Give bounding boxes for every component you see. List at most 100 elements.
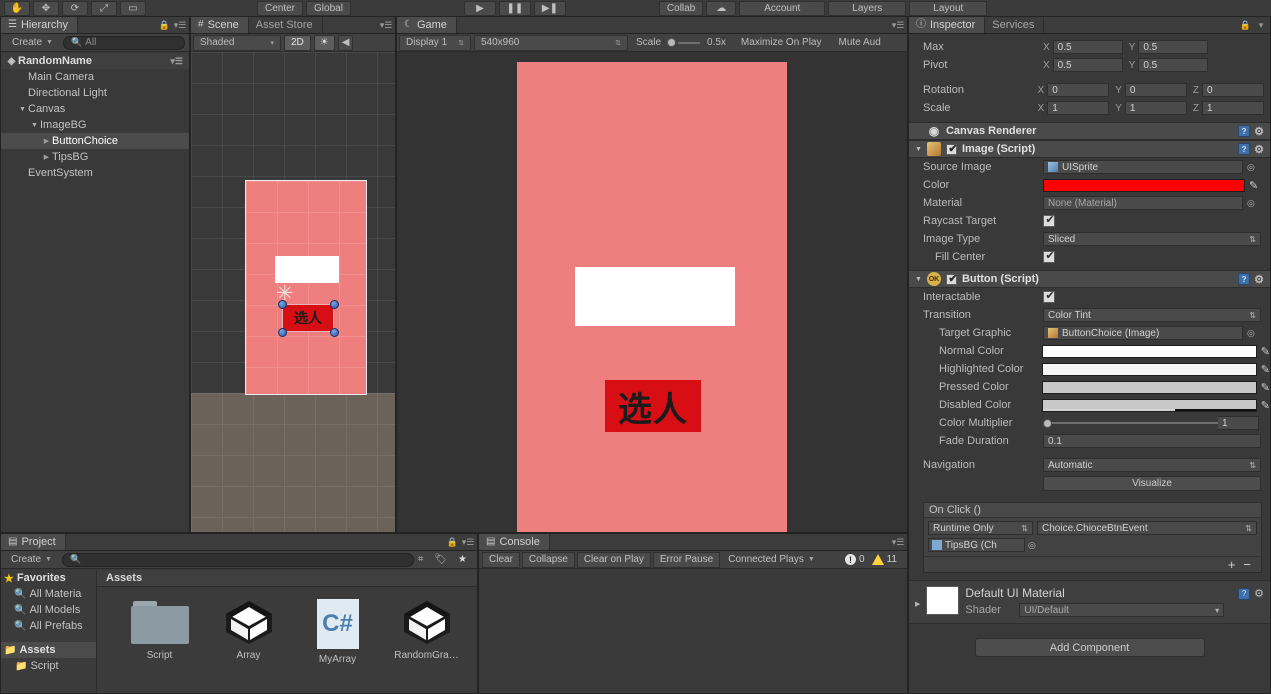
game-viewport[interactable]: 选人 (397, 52, 907, 532)
hierarchy-item-imagebg[interactable]: ▼ ImageBG (1, 117, 189, 133)
scale-y-field[interactable]: 1 (1124, 101, 1187, 115)
button-enabled-checkbox[interactable] (945, 272, 959, 285)
onclick-runtime-dropdown[interactable]: Runtime Only ⇅ (928, 521, 1033, 535)
project-search-input[interactable]: 🔍 (61, 552, 414, 567)
multiplier-slider-track[interactable] (1052, 422, 1218, 424)
game-menu-icon[interactable]: ▾☰ (889, 17, 907, 33)
lock-icon[interactable]: 🔒 (1239, 17, 1252, 33)
object-picker-icon[interactable]: ◎ (1247, 328, 1255, 339)
resize-handle-bl[interactable] (278, 328, 287, 337)
scene-tipsbg-rect[interactable] (275, 256, 339, 283)
eyedropper-icon[interactable]: ✎ (1261, 381, 1270, 394)
hand-tool-button[interactable]: ✋ (4, 1, 30, 16)
warning-badge[interactable]: 11 (871, 554, 897, 565)
favorite-all-prefabs[interactable]: 🔍 All Prefabs (1, 618, 96, 634)
fold-arrow-icon[interactable]: ▼ (915, 276, 922, 283)
fold-arrow-icon[interactable]: ▶ (915, 586, 920, 608)
resize-handle-tr[interactable] (330, 300, 339, 309)
layers-button[interactable]: Layers (828, 1, 907, 16)
hierarchy-item-main-camera[interactable]: Main Camera (1, 69, 189, 85)
filter-by-type-icon[interactable]: ⌗ (414, 552, 428, 568)
hierarchy-item-directional-light[interactable]: Directional Light (1, 85, 189, 101)
navigation-dropdown[interactable]: Automatic ⇅ (1043, 458, 1261, 472)
onclick-object-field[interactable]: TipsBG (Ch (928, 538, 1025, 552)
eyedropper-icon[interactable]: ✎ (1261, 345, 1270, 358)
asset-item[interactable]: C# MyArray (293, 599, 382, 665)
filter-by-label-icon[interactable]: 🏷 (430, 552, 451, 568)
rotation-z-field[interactable]: 0 (1202, 83, 1264, 97)
interactable-checkbox[interactable] (1043, 289, 1056, 303)
hierarchy-item-buttonchoice[interactable]: ▶ ButtonChoice (1, 133, 189, 149)
help-icon[interactable]: ? (1238, 143, 1251, 155)
add-event-button[interactable]: + (1228, 557, 1236, 572)
normal-color-swatch[interactable] (1042, 344, 1257, 358)
pause-button[interactable]: ❚❚ (498, 1, 531, 16)
shader-dropdown[interactable]: UI/Default ▾ (1019, 603, 1225, 617)
tab-asset-store[interactable]: Asset Store (248, 17, 323, 33)
move-tool-button[interactable]: ✥ (33, 1, 59, 16)
project-tree-script[interactable]: 📁 Script (1, 658, 96, 674)
chevron-right-icon[interactable]: ▶ (41, 137, 52, 145)
eyedropper-icon[interactable]: ✎ (1261, 399, 1270, 412)
pivot-x-field[interactable]: 0.5 (1052, 58, 1123, 72)
playback-group[interactable]: ▶ ❚❚ ▶❚ (463, 1, 569, 16)
tab-inspector[interactable]: ⓘ Inspector (909, 17, 986, 33)
resize-handle-tl[interactable] (278, 300, 287, 309)
favorites-star-icon[interactable]: ★ (454, 552, 471, 568)
target-graphic-field[interactable]: ButtonChoice (Image) (1043, 326, 1243, 340)
scene-lighting-toggle[interactable]: ☀ (313, 34, 335, 51)
game-scale-slider[interactable]: Scale 0.5x (631, 35, 731, 51)
fade-duration-field[interactable]: 0.1 (1043, 434, 1261, 448)
connected-player-dropdown[interactable]: Connected Plays ▼ (722, 552, 821, 568)
cloud-button[interactable]: ☁ (706, 1, 737, 16)
hierarchy-create-button[interactable]: Create ▼ (5, 35, 60, 51)
pressed-color-swatch[interactable] (1042, 380, 1257, 394)
tab-services[interactable]: Services (985, 17, 1045, 33)
console-collapse-button[interactable]: Collapse (521, 551, 575, 568)
rotation-y-field[interactable]: 0 (1124, 83, 1187, 97)
add-component-button[interactable]: Add Component (974, 638, 1205, 657)
image-enabled-checkbox[interactable] (945, 142, 959, 155)
scene-viewport[interactable]: ✳ 选人 (191, 52, 395, 532)
transition-dropdown[interactable]: Color Tint ⇅ (1043, 308, 1261, 322)
favorites-row[interactable]: ★ Favorites (1, 570, 96, 586)
hierarchy-menu-icon[interactable]: ▾☰ (171, 17, 189, 33)
remove-event-button[interactable]: − (1243, 557, 1251, 572)
scene-draw-mode-dropdown[interactable]: Shaded ▾ (193, 34, 281, 51)
highlighted-color-swatch[interactable] (1042, 362, 1257, 376)
raycast-target-checkbox[interactable] (1043, 213, 1056, 227)
component-header-button-script[interactable]: ▼ OK Button (Script) ? ⚙ (909, 270, 1270, 288)
step-button[interactable]: ▶❚ (533, 1, 566, 16)
help-icon[interactable]: ? (1238, 273, 1251, 285)
scale-tool-button[interactable]: ⤢ (91, 1, 117, 16)
hierarchy-item-canvas[interactable]: ▼ Canvas (1, 101, 189, 117)
favorite-all-models[interactable]: 🔍 All Models (1, 602, 96, 618)
help-icon[interactable]: ? (1238, 587, 1251, 600)
console-clear-on-play-button[interactable]: Clear on Play (576, 551, 651, 568)
chevron-down-icon[interactable]: ▼ (29, 122, 40, 129)
scene-audio-toggle[interactable]: ◀ (337, 34, 354, 51)
console-clear-button[interactable]: Clear (482, 551, 520, 568)
asset-item[interactable]: RandomGra… (382, 599, 471, 665)
scene-2d-toggle[interactable]: 2D (284, 34, 311, 51)
color-swatch[interactable] (1043, 178, 1245, 192)
favorite-all-materia[interactable]: 🔍 All Materia (1, 586, 96, 602)
image-type-dropdown[interactable]: Sliced ⇅ (1043, 232, 1261, 246)
asset-item[interactable]: Array (204, 599, 293, 665)
hierarchy-scene-row[interactable]: ◈ RandomName ▾☰ (1, 53, 189, 69)
source-image-field[interactable]: UISprite (1043, 160, 1243, 174)
tab-project[interactable]: ▤ Project (1, 534, 66, 550)
component-header-image-script[interactable]: ▼ Image (Script) ? ⚙ (909, 140, 1270, 158)
scene-menu-icon[interactable]: ▾☰ (170, 56, 189, 67)
hierarchy-item-tipsbg[interactable]: ▶ TipsBG (1, 149, 189, 165)
help-icon[interactable]: ? (1238, 125, 1251, 137)
object-picker-icon[interactable]: ◎ (1028, 540, 1036, 551)
scale-slider-track[interactable] (678, 41, 701, 44)
gear-icon[interactable]: ⚙ (1254, 125, 1264, 138)
breadcrumb[interactable]: Assets (97, 570, 477, 587)
hierarchy-search-input[interactable]: 🔍 All (62, 35, 185, 50)
eyedropper-icon[interactable]: ✎ (1261, 363, 1270, 376)
hierarchy-item-eventsystem[interactable]: EventSystem (1, 165, 189, 181)
multiplier-slider-knob[interactable] (1043, 418, 1052, 428)
chevron-right-icon[interactable]: ▶ (41, 153, 52, 161)
